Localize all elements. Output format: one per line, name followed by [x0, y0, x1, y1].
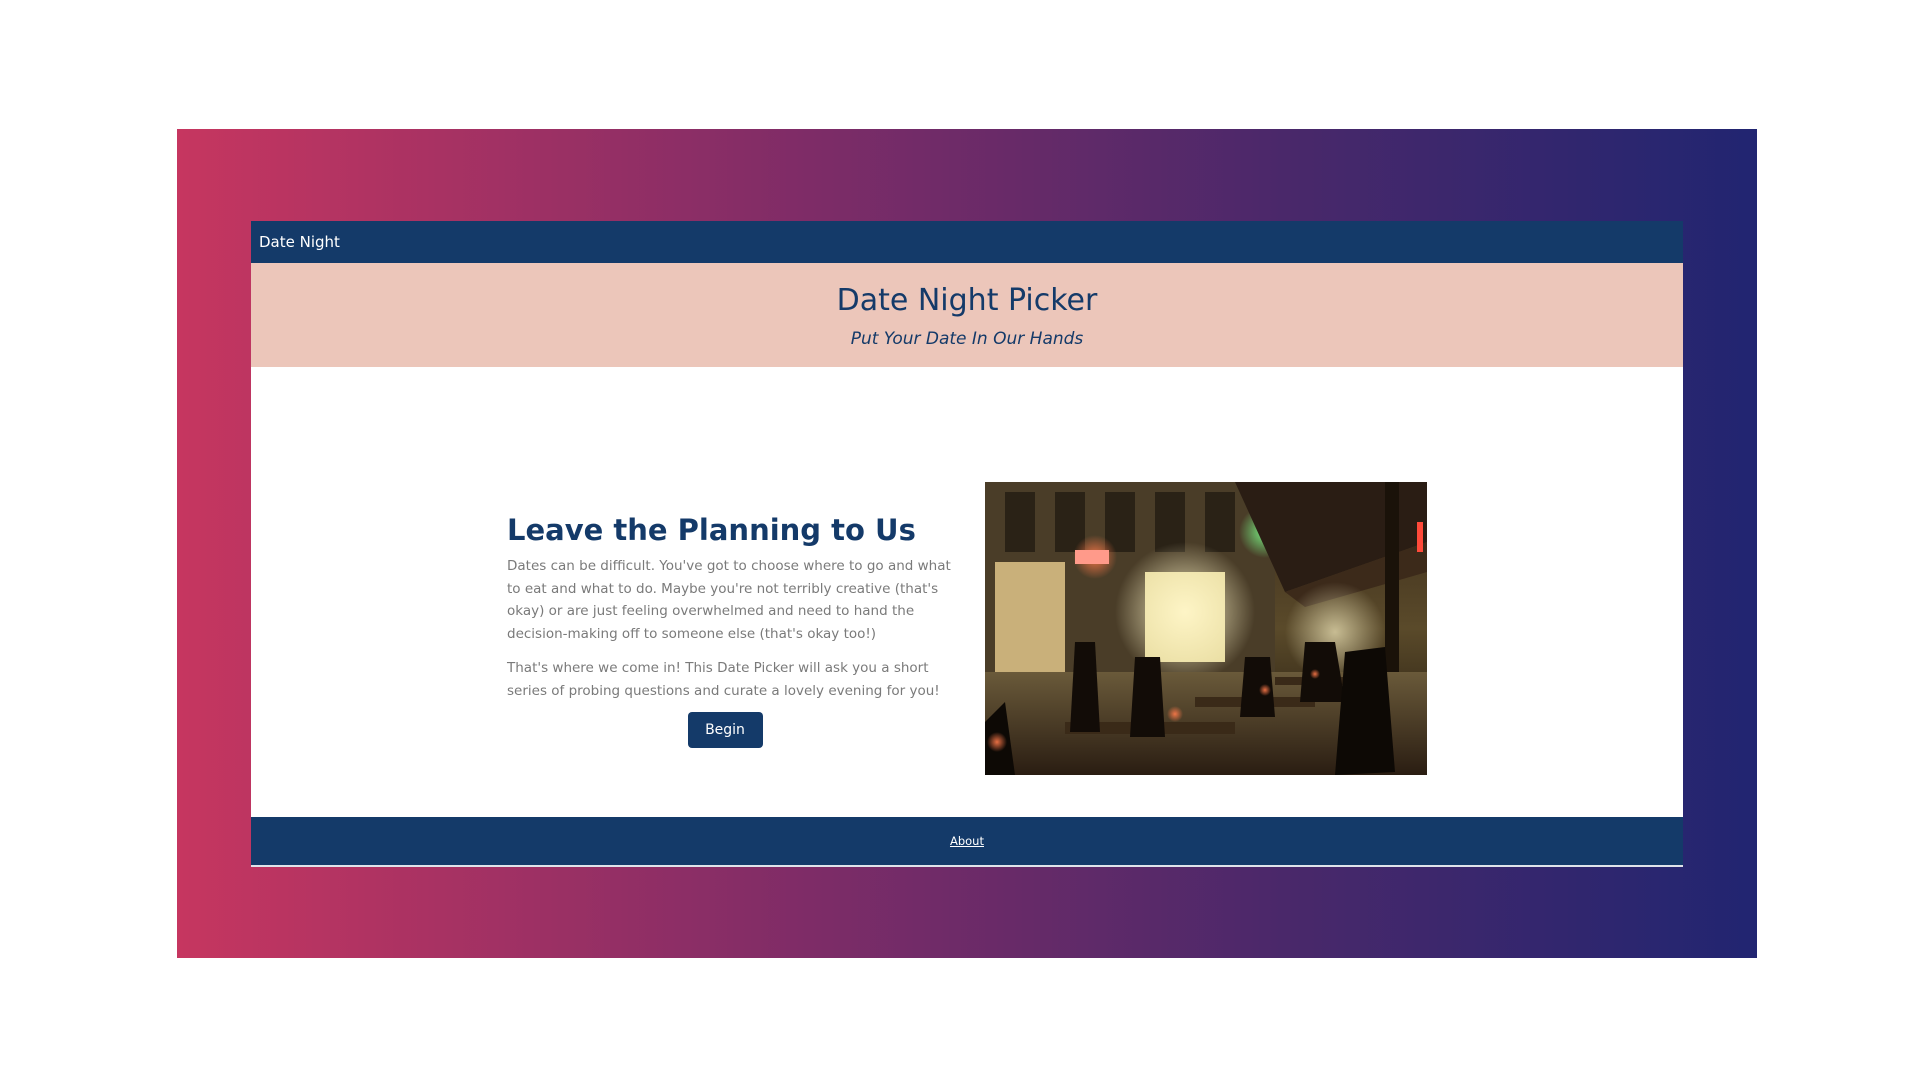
restaurant-photo-illustration	[985, 482, 1427, 775]
intro-paragraph-2: That's where we come in! This Date Picke…	[507, 660, 940, 699]
navbar: Date Night	[251, 221, 1683, 263]
page-subtitle: Put Your Date In Our Hands	[850, 329, 1084, 349]
intro-section: Leave the Planning to Us Dates can be di…	[507, 513, 953, 748]
app-window: Date Night Date Night Picker Put Your Da…	[251, 221, 1683, 867]
restaurant-photo	[985, 482, 1427, 775]
hero-banner: Date Night Picker Put Your Date In Our H…	[251, 263, 1683, 367]
begin-button[interactable]: Begin	[687, 712, 763, 748]
footer: About	[251, 817, 1683, 867]
begin-button-wrapper: Begin	[507, 712, 943, 748]
main-content: Leave the Planning to Us Dates can be di…	[251, 367, 1683, 817]
page-title: Date Night Picker	[836, 283, 1098, 318]
intro-paragraph-1: Dates can be difficult. You've got to ch…	[507, 558, 951, 642]
navbar-brand-link[interactable]: Date Night	[259, 233, 340, 251]
about-link[interactable]: About	[950, 834, 984, 848]
intro-heading: Leave the Planning to Us	[507, 513, 916, 547]
